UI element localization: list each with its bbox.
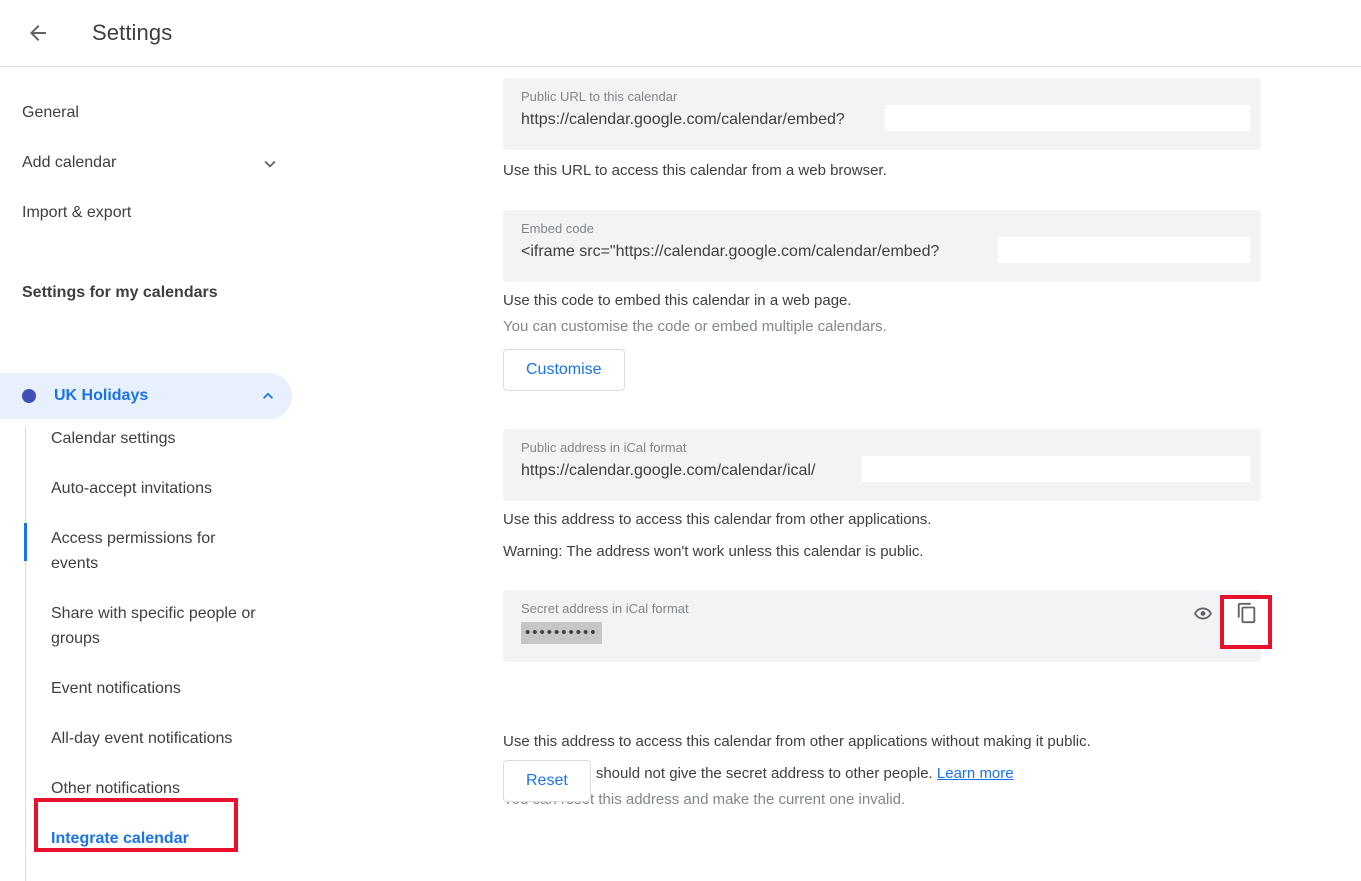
sidebar-item-share-with-specific-people-or-groups[interactable]: Share with specific people or groups: [51, 601, 276, 651]
section-heading-my-calendars: Settings for my calendars: [22, 284, 218, 301]
public-url-helper: Use this URL to access this calendar fro…: [503, 162, 887, 179]
sidebar-item-general[interactable]: General: [22, 104, 79, 122]
ical-public-label: Public address in iCal format: [521, 440, 687, 455]
sidebar-calendar-uk-holidays[interactable]: UK Holidays: [0, 373, 292, 419]
sidebar-item-event-notifications[interactable]: Event notifications: [51, 676, 181, 701]
embed-code-helper-1: Use this code to embed this calendar in …: [503, 292, 852, 309]
ical-secret-address-field[interactable]: Secret address in iCal format ••••••••••: [503, 590, 1261, 662]
sidebar-item-integrate-calendar[interactable]: Integrate calendar: [51, 826, 189, 851]
sidebar-item-auto-accept-invitations[interactable]: Auto-accept invitations: [51, 476, 212, 501]
embed-code-field[interactable]: Embed code <iframe src="https://calendar…: [503, 210, 1261, 282]
reset-secret-address-button[interactable]: Reset: [503, 760, 591, 802]
show-secret-address-button[interactable]: [1183, 593, 1223, 633]
sidebar-item-add-calendar[interactable]: Add calendar: [22, 154, 116, 172]
sidebar-item-remove-calendar[interactable]: Remove calendar: [51, 876, 176, 881]
ical-secret-label: Secret address in iCal format: [521, 601, 689, 616]
ical-public-helper-2: Warning: The address won't work unless t…: [503, 543, 924, 560]
sidebar-item-all-day-event-notifications[interactable]: All-day event notifications: [51, 726, 232, 751]
public-url-label: Public URL to this calendar: [521, 89, 678, 104]
back-button[interactable]: [14, 9, 62, 57]
public-url-redaction: [885, 105, 1250, 131]
embed-code-helper-2: You can customise the code or embed mult…: [503, 318, 887, 335]
chevron-up-icon[interactable]: [258, 386, 278, 406]
ical-secret-helper-1: Use this address to access this calendar…: [503, 733, 1091, 750]
calendar-name-label: UK Holidays: [54, 387, 149, 404]
embed-code-redaction: [998, 237, 1250, 263]
settings-sidebar: General Add calendar Import & export Set…: [0, 68, 495, 881]
copy-icon: [1237, 602, 1256, 624]
subnav-rail-divider: [25, 426, 26, 881]
page-title: Settings: [92, 20, 173, 45]
copy-secret-address-button[interactable]: [1227, 593, 1267, 633]
eye-icon: [1194, 607, 1212, 620]
sidebar-item-access-permissions-for-events[interactable]: Access permissions for events: [51, 526, 251, 576]
public-url-field[interactable]: Public URL to this calendar https://cale…: [503, 78, 1261, 150]
embed-code-label: Embed code: [521, 221, 594, 236]
learn-more-link[interactable]: Learn more: [937, 765, 1014, 782]
sidebar-item-import-export[interactable]: Import & export: [22, 204, 131, 222]
ical-public-redaction: [862, 456, 1250, 482]
calendar-color-dot: [22, 389, 36, 403]
chevron-down-icon[interactable]: [259, 153, 281, 175]
sidebar-item-other-notifications[interactable]: Other notifications: [51, 776, 180, 801]
sidebar-item-calendar-settings[interactable]: Calendar settings: [51, 426, 176, 451]
arrow-left-icon: [30, 25, 46, 41]
ical-secret-value: ••••••••••: [521, 622, 602, 644]
ical-public-helper-1: Use this address to access this calendar…: [503, 511, 932, 528]
integrate-calendar-panel: Public URL to this calendar https://cale…: [495, 68, 1361, 881]
app-header: Settings: [0, 0, 1361, 67]
ical-public-address-field[interactable]: Public address in iCal format https://ca…: [503, 429, 1261, 501]
customise-button[interactable]: Customise: [503, 349, 625, 391]
active-item-indicator: [24, 523, 27, 561]
